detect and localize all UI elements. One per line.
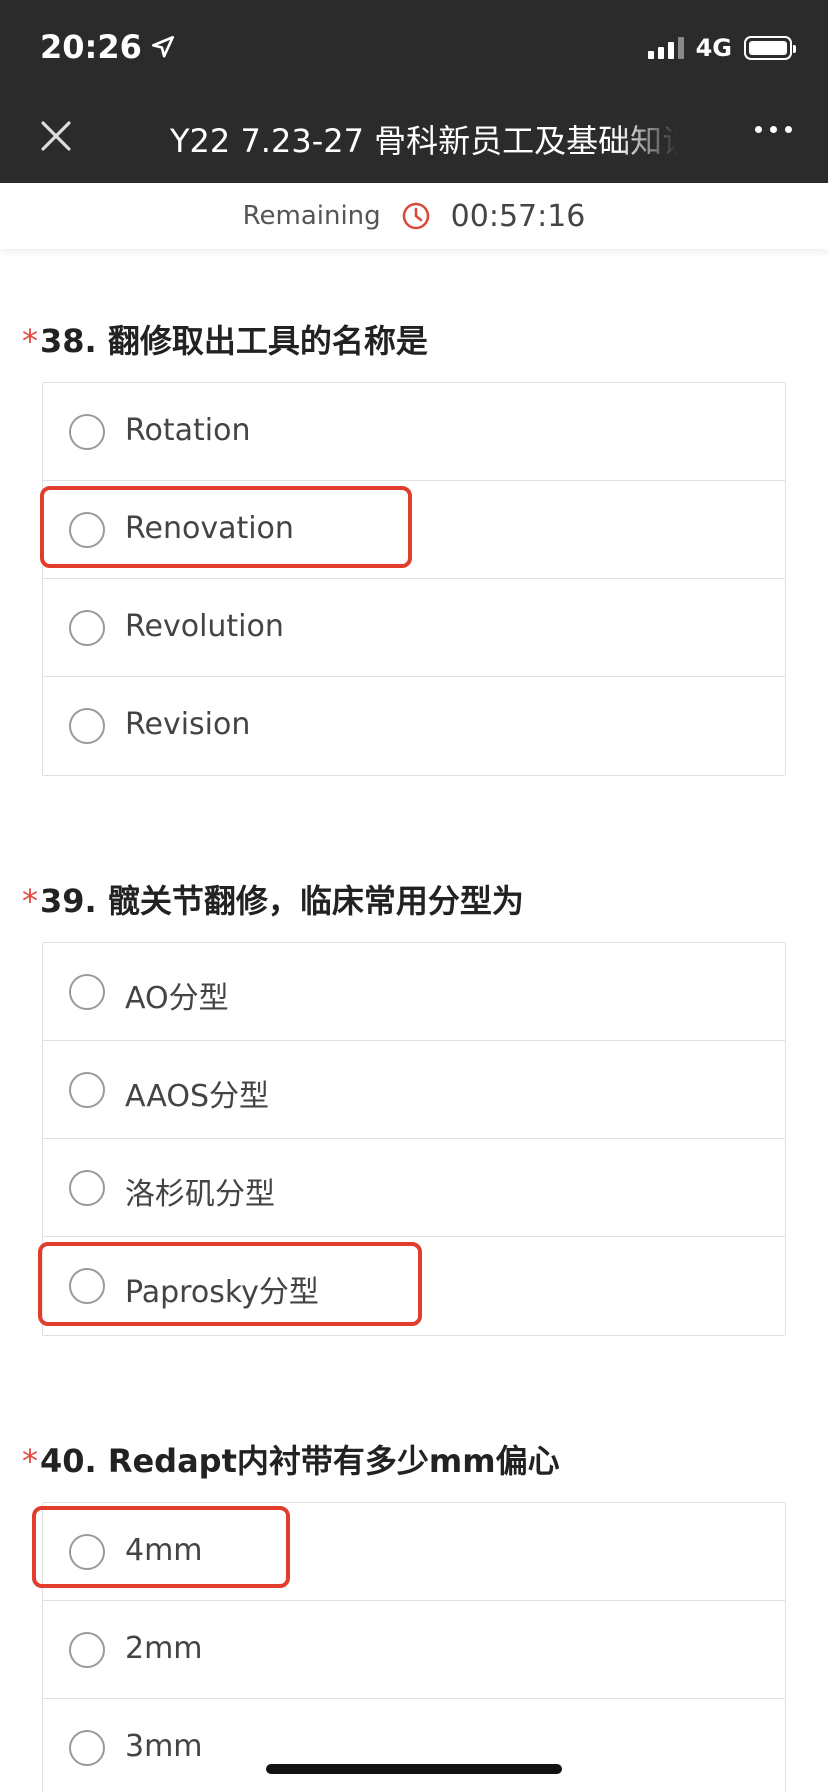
option-label: 4mm [125,1533,203,1568]
status-indicators: 4G [647,34,796,62]
option-rotation[interactable]: Rotation [43,383,785,481]
option-ao[interactable]: AO分型 [43,943,785,1041]
status-time-text: 20:26 [40,28,142,66]
option-los-angeles[interactable]: 洛杉矶分型 [43,1139,785,1237]
option-label: AO分型 [125,981,229,1016]
radio-icon[interactable] [69,610,105,646]
option-label: AAOS分型 [125,1079,270,1114]
close-icon[interactable] [38,118,74,154]
option-renovation[interactable]: Renovation [43,481,785,579]
option-paprosky[interactable]: Paprosky分型 [43,1237,785,1335]
required-star: * [22,1442,38,1480]
home-indicator[interactable] [266,1764,562,1774]
timer-bar: Remaining 00:57:16 [0,183,828,249]
radio-icon[interactable] [69,1072,105,1108]
radio-icon[interactable] [69,1268,105,1304]
status-time: 20:26 [40,28,176,66]
question-title: *40. Redapt内衬带有多少mm偏心 [22,1442,560,1480]
radio-icon[interactable] [69,1170,105,1206]
signal-icon [647,37,684,59]
options-list: Rotation Renovation Revolution Revision [42,382,786,776]
timer-value: 00:57:16 [450,198,586,234]
option-revision[interactable]: Revision [43,677,785,775]
option-label: 洛杉矶分型 [125,1177,275,1212]
option-4mm[interactable]: 4mm [43,1503,785,1601]
option-label: 3mm [125,1729,203,1764]
option-revolution[interactable]: Revolution [43,579,785,677]
radio-icon[interactable] [69,1534,105,1570]
radio-icon[interactable] [69,414,105,450]
radio-icon[interactable] [69,1730,105,1766]
option-3mm[interactable]: 3mm [43,1699,785,1792]
question-title: *39. 髋关节翻修，临床常用分型为 [22,882,524,920]
battery-icon [744,36,796,60]
option-aaos[interactable]: AAOS分型 [43,1041,785,1139]
network-type: 4G [695,34,732,62]
option-label: Renovation [125,511,294,546]
option-label: Paprosky分型 [125,1275,319,1310]
option-label: Rotation [125,413,251,448]
page-title: Y22 7.23-27 骨科新员工及基础知识考试 [170,122,678,160]
required-star: * [22,882,38,920]
radio-icon[interactable] [69,1632,105,1668]
option-label: Revision [125,707,251,742]
option-label: Revolution [125,609,284,644]
clock-icon [402,202,429,230]
question-title: *38. 翻修取出工具的名称是 [22,322,428,360]
required-star: * [22,322,38,360]
option-label: 2mm [125,1631,203,1666]
timer-label: Remaining [242,201,381,231]
more-icon[interactable] [755,126,792,133]
top-bar: 20:26 4G Y22 7.23-27 骨科新员工及基础知识考试 [0,0,828,183]
option-2mm[interactable]: 2mm [43,1601,785,1699]
radio-icon[interactable] [69,974,105,1010]
options-list: AO分型 AAOS分型 洛杉矶分型 Paprosky分型 [42,942,786,1336]
radio-icon[interactable] [69,708,105,744]
radio-icon[interactable] [69,512,105,548]
location-arrow-icon [151,35,174,58]
options-list: 4mm 2mm 3mm [42,1502,786,1792]
